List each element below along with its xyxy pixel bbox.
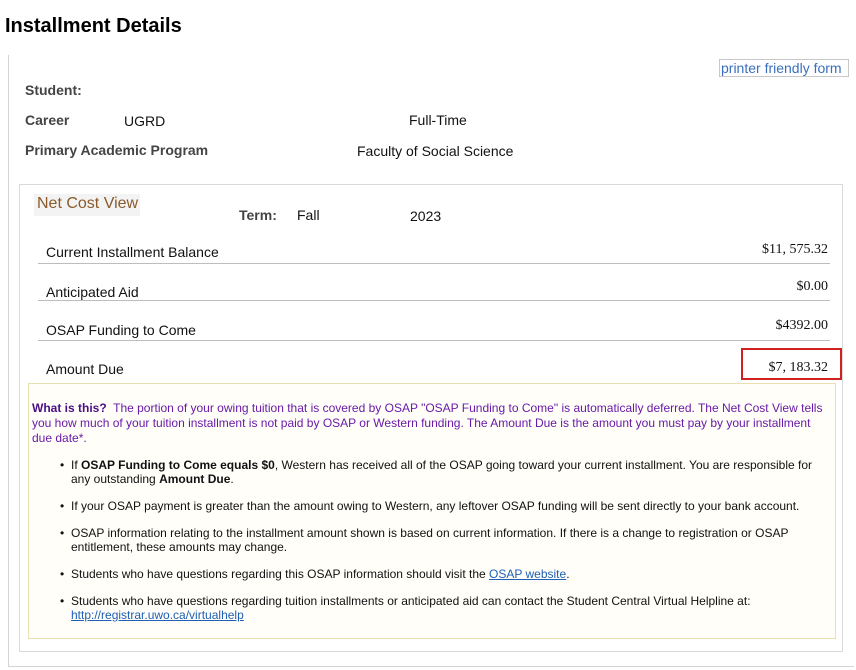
bullet-text: . bbox=[230, 472, 234, 486]
page-title: Installment Details bbox=[5, 15, 182, 37]
current-balance-label: Current Installment Balance bbox=[46, 244, 219, 260]
row-divider bbox=[38, 263, 830, 264]
bullet-bold-text: Amount Due bbox=[159, 472, 231, 486]
term-year: 2023 bbox=[410, 208, 442, 224]
current-balance-amount: $11, 575.32 bbox=[762, 242, 828, 257]
bullet-text: OSAP information relating to the install… bbox=[71, 526, 789, 554]
anticipated-aid-label: Anticipated Aid bbox=[46, 284, 139, 300]
row-divider bbox=[38, 340, 830, 341]
bullet-text: If your OSAP payment is greater than the… bbox=[71, 499, 800, 513]
student-label: Student: bbox=[25, 82, 82, 98]
printer-friendly-link[interactable]: printer friendly form bbox=[719, 59, 849, 77]
what-is-this-heading: What is this? bbox=[32, 401, 107, 415]
osap-website-link[interactable]: OSAP website bbox=[489, 567, 566, 581]
what-is-this-body: The portion of your owing tuition that i… bbox=[32, 401, 823, 445]
amount-due-highlight bbox=[741, 348, 842, 380]
career-value: UGRD bbox=[124, 113, 166, 129]
anticipated-aid-amount: $0.00 bbox=[796, 279, 829, 294]
enrollment-load: Full-Time bbox=[409, 112, 467, 128]
info-bullet-list: If OSAP Funding to Come equals $0, Weste… bbox=[60, 458, 828, 635]
osap-funding-label: OSAP Funding to Come bbox=[46, 322, 196, 338]
bullet-text: Students who have questions regarding tu… bbox=[71, 594, 751, 608]
list-item: Students who have questions regarding th… bbox=[60, 567, 828, 581]
career-label: Career bbox=[25, 112, 70, 128]
list-item: If OSAP Funding to Come equals $0, Weste… bbox=[60, 458, 828, 486]
bullet-bold-text: OSAP Funding to Come equals $0 bbox=[81, 458, 275, 472]
osap-funding-amount: $4392.00 bbox=[775, 318, 829, 333]
bullet-text: . bbox=[566, 567, 570, 581]
program-value: Faculty of Social Science bbox=[357, 143, 514, 159]
bullet-text: If bbox=[71, 458, 82, 472]
program-label: Primary Academic Program bbox=[25, 142, 209, 158]
net-cost-view-tab[interactable]: Net Cost View bbox=[34, 194, 140, 216]
term-label: Term: bbox=[239, 207, 277, 223]
list-item: Students who have questions regarding tu… bbox=[60, 594, 828, 622]
virtual-helpline-link[interactable]: http://registrar.uwo.ca/virtualhelp bbox=[71, 608, 244, 622]
what-is-this-text: What is this? The portion of your owing … bbox=[32, 401, 830, 446]
list-item: If your OSAP payment is greater than the… bbox=[60, 499, 828, 513]
list-item: OSAP information relating to the install… bbox=[60, 526, 828, 554]
bullet-text: Students who have questions regarding th… bbox=[71, 567, 490, 581]
row-divider bbox=[38, 300, 830, 301]
amount-due-label: Amount Due bbox=[46, 361, 124, 377]
term-season: Fall bbox=[297, 207, 320, 223]
